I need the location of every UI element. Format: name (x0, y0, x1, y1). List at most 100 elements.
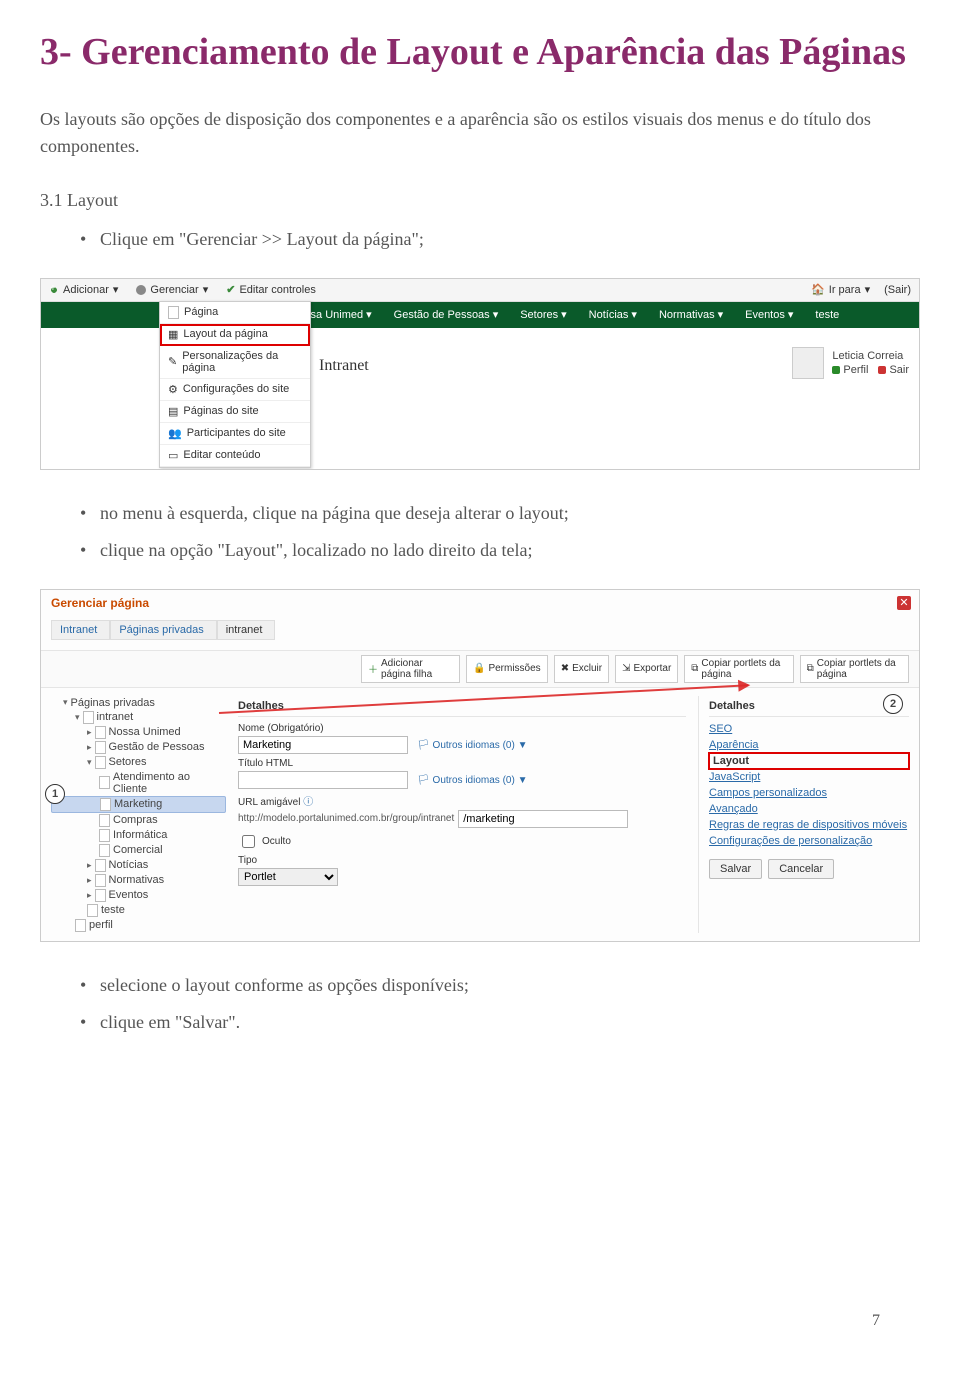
nav-item[interactable]: Notícias ▾ (589, 308, 637, 321)
user-signout-link[interactable]: Sair (878, 364, 909, 376)
btn-permissions[interactable]: 🔒Permissões (466, 655, 548, 683)
dropdown-item-editar[interactable]: ▭Editar conteúdo (160, 445, 310, 467)
breadcrumb: Intranet Páginas privadas intranet (41, 616, 919, 650)
btn-export[interactable]: ⇲Exportar (615, 655, 678, 683)
profile-icon (832, 366, 840, 374)
intro-paragraph: Os layouts são opções de disposição dos … (40, 106, 920, 160)
check-icon: ✔ (226, 283, 235, 296)
tree-item[interactable]: ▸Gestão de Pessoas (51, 740, 226, 755)
dropdown-item-layout[interactable]: ▦Layout da página (160, 324, 310, 346)
avatar (792, 347, 824, 379)
admin-goto[interactable]: 🏠 Ir para ▾ (811, 283, 870, 296)
crumb-2[interactable]: Páginas privadas (110, 620, 216, 640)
tree-item[interactable]: Comercial (51, 843, 226, 858)
step-2: no menu à esquerda, clique na página que… (100, 495, 920, 532)
admin-edit-controls[interactable]: ✔Editar controles (226, 283, 316, 296)
nav-item[interactable]: Gestão de Pessoas ▾ (394, 308, 499, 321)
side-campos[interactable]: Campos personalizados (709, 785, 909, 801)
save-button[interactable]: Salvar (709, 859, 762, 879)
delete-icon: ✖ (561, 663, 569, 674)
close-button[interactable]: ✕ (897, 596, 911, 610)
user-box: Leticia Correia Perfil Sair (792, 347, 909, 379)
lock-icon: 🔒 (473, 663, 485, 674)
user-profile-link[interactable]: Perfil (832, 364, 868, 376)
page-toolbar: ＋Adicionar página filha 🔒Permissões ✖Exc… (41, 650, 919, 688)
side-regras[interactable]: Regras de regras de dispositivos móveis (709, 817, 909, 833)
tree-item[interactable]: ▾Setores (51, 755, 226, 770)
admin-signout[interactable]: (Sair) (884, 284, 911, 296)
label-titulo-html: Título HTML (238, 758, 686, 769)
nav-item[interactable]: Normativas ▾ (659, 308, 723, 321)
btn-copy-portlets-1[interactable]: ⧉Copiar portlets da página (684, 655, 793, 683)
help-icon[interactable]: ⓘ (303, 797, 313, 808)
checkbox-oculto[interactable]: Oculto (238, 832, 686, 851)
tree-item[interactable]: teste (51, 903, 226, 918)
screenshot-admin-menu: Adicionar ▾ Gerenciar ▾ ✔Editar controle… (40, 278, 920, 470)
step-4: selecione o layout conforme as opções di… (100, 967, 920, 1004)
subsection-title: 3.1 Layout (40, 190, 920, 211)
crumb-1[interactable]: Intranet (51, 620, 110, 640)
nav-item[interactable]: Setores ▾ (520, 308, 566, 321)
nav-item[interactable]: Eventos ▾ (745, 308, 793, 321)
btn-delete[interactable]: ✖Excluir (554, 655, 609, 683)
dialog-title: Gerenciar página (41, 590, 919, 616)
dropdown-item-pagina[interactable]: Página (160, 302, 310, 324)
dropdown-item-paginas-site[interactable]: ▤Páginas do site (160, 401, 310, 423)
input-url[interactable] (458, 810, 628, 828)
admin-manage[interactable]: Gerenciar ▾ (136, 283, 208, 296)
plus-icon: ＋ (368, 661, 378, 676)
dropdown-item-config[interactable]: ⚙Configurações do site (160, 379, 310, 401)
tree-item-selected[interactable]: Marketing (51, 796, 226, 813)
cancel-button[interactable]: Cancelar (768, 859, 834, 879)
personal-icon: ✎ (168, 355, 177, 368)
tree-intranet[interactable]: ▾intranet (51, 710, 226, 725)
other-langs-link[interactable]: 🏳 Outros idiomas (0) ▼ (417, 740, 527, 751)
tree-item[interactable]: ▸Eventos (51, 888, 226, 903)
side-avancado[interactable]: Avançado (709, 801, 909, 817)
tree-item[interactable]: ▸Notícias (51, 858, 226, 873)
tree-root[interactable]: ▾Páginas privadas (51, 696, 226, 710)
step-1: Clique em "Gerenciar >> Layout da página… (100, 221, 920, 258)
copy-icon: ⧉ (691, 663, 698, 674)
dropdown-item-participantes[interactable]: 👥Participantes do site (160, 423, 310, 445)
input-titulo-html[interactable] (238, 771, 408, 789)
signout-icon (878, 366, 886, 374)
input-nome[interactable] (238, 736, 408, 754)
side-seo[interactable]: SEO (709, 721, 909, 737)
crumb-3: intranet (217, 620, 276, 640)
tree-item[interactable]: perfil (51, 918, 226, 933)
admin-add[interactable]: Adicionar ▾ (49, 283, 118, 296)
tree-item[interactable]: ▸Nossa Unimed (51, 725, 226, 740)
edit-icon: ▭ (168, 449, 178, 462)
side-panel: 2 Detalhes SEO Aparência Layout JavaScri… (698, 696, 909, 933)
dropdown-item-personal[interactable]: ✎Personalizações da página (160, 346, 310, 379)
side-section-title: Detalhes (709, 696, 909, 717)
step-3: clique na opção "Layout", localizado no … (100, 532, 920, 569)
gear-icon (136, 285, 146, 295)
tree-item[interactable]: Atendimento ao Cliente (51, 770, 226, 796)
btn-copy-portlets-2[interactable]: ⧉Copiar portlets da página (800, 655, 909, 683)
other-langs-link[interactable]: 🏳 Outros idiomas (0) ▼ (417, 775, 527, 786)
btn-add-child[interactable]: ＋Adicionar página filha (361, 655, 460, 683)
screenshot-manage-page: Gerenciar página ✕ Intranet Páginas priv… (40, 589, 920, 942)
page-title-intranet: Intranet (319, 357, 369, 375)
tree-item[interactable]: ▸Normativas (51, 873, 226, 888)
tree-item[interactable]: Informática (51, 828, 226, 843)
label-tipo: Tipo (238, 855, 686, 866)
manage-dropdown: Página ▦Layout da página ✎Personalizaçõe… (159, 301, 311, 468)
page-number: 7 (872, 1312, 880, 1330)
form-details: Detalhes Nome (Obrigatório) 🏳 Outros idi… (238, 696, 686, 933)
side-javascript[interactable]: JavaScript (709, 769, 909, 785)
sitemap-icon: ▤ (168, 405, 178, 418)
side-aparencia[interactable]: Aparência (709, 737, 909, 753)
layout-icon: ▦ (168, 328, 178, 341)
select-tipo[interactable]: Portlet (238, 868, 338, 886)
callout-badge-2: 2 (883, 694, 903, 714)
side-layout[interactable]: Layout (709, 753, 909, 769)
export-icon: ⇲ (622, 663, 630, 674)
tree-item[interactable]: Compras (51, 813, 226, 828)
users-icon: 👥 (168, 427, 182, 440)
section-heading: 3- Gerenciamento de Layout e Aparência d… (40, 30, 920, 76)
side-config-pers[interactable]: Configurações de personalização (709, 833, 909, 849)
nav-item[interactable]: teste (815, 309, 839, 321)
